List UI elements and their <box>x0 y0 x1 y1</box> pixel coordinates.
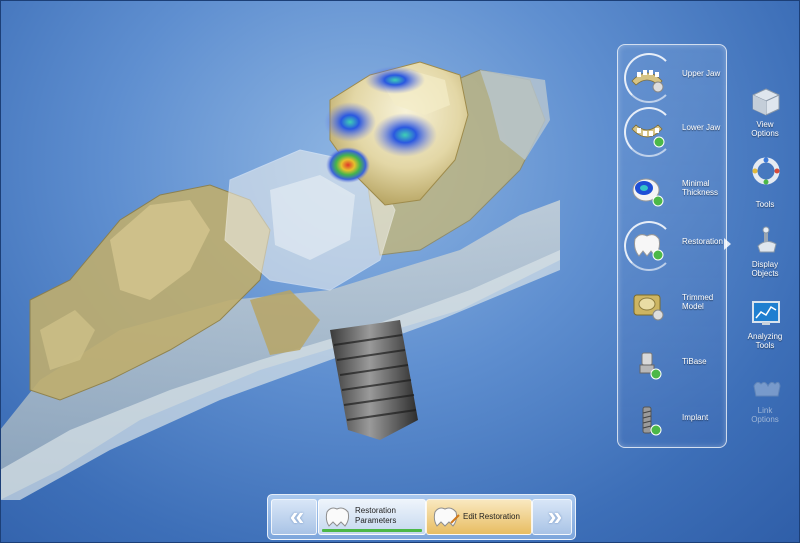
tool-label: Options <box>751 129 779 138</box>
thickness-spot <box>324 102 376 142</box>
step-restoration-parameters[interactable]: Restoration Parameters <box>318 499 426 535</box>
analyzing-tools-button[interactable]: Analyzing Tools <box>736 298 794 358</box>
implant-screw <box>330 320 418 440</box>
lower-jaw-icon <box>631 124 665 148</box>
step-label: Parameters <box>355 516 397 525</box>
step-label: Edit Restoration <box>463 512 520 521</box>
tibase-icon <box>639 352 662 380</box>
tools-button[interactable]: Tools <box>736 156 794 216</box>
object-item-upper-jaw[interactable]: Upper Jaw <box>618 53 726 109</box>
step-label: Restoration <box>355 506 396 515</box>
analyzing-chart-icon <box>752 301 780 325</box>
double-chevron-right-icon: » <box>547 501 563 531</box>
object-list-panel: Upper Jaw Lower Jaw Minimal Thickness Re… <box>617 44 727 448</box>
implant-icon <box>642 406 662 436</box>
tool-label: Objects <box>751 269 779 278</box>
object-label: Trimmed Model <box>682 293 714 311</box>
link-options-button[interactable]: Link Options <box>736 372 794 432</box>
restoration-icon <box>634 234 664 261</box>
tool-label: View <box>756 120 774 129</box>
trimmed-model-icon <box>633 294 664 321</box>
dental-model-scene <box>0 61 560 500</box>
thickness-spot <box>373 113 437 157</box>
tool-label: Link <box>757 406 773 415</box>
thickness-spot <box>365 66 425 94</box>
object-item-restoration[interactable]: Restoration <box>618 221 726 277</box>
display-objects-icon <box>757 226 777 253</box>
thickness-spot-critical <box>326 147 370 183</box>
object-label: Implant <box>682 413 709 422</box>
minimal-thickness-icon <box>632 178 664 207</box>
object-label: Upper Jaw <box>682 69 721 78</box>
object-item-tibase[interactable]: TiBase <box>618 341 726 397</box>
restoration-parameters-icon <box>325 507 350 527</box>
step-edit-restoration[interactable]: Edit Restoration <box>426 499 532 535</box>
object-item-implant[interactable]: Implant <box>618 397 726 453</box>
panel-pointer-icon <box>724 238 731 250</box>
view-options-button[interactable]: View Options <box>736 86 794 146</box>
3d-viewport[interactable] <box>0 0 610 500</box>
next-step-button[interactable]: » <box>532 499 572 535</box>
upper-jaw-icon <box>631 70 664 93</box>
object-label: TiBase <box>682 357 707 366</box>
object-label: Minimal Thickness <box>682 179 719 197</box>
cube-icon <box>752 88 780 116</box>
tools-ring-icon <box>752 157 780 185</box>
double-chevron-left-icon: « <box>289 501 305 531</box>
display-objects-button[interactable]: Display Objects <box>736 226 794 286</box>
previous-step-button[interactable]: « <box>271 499 317 535</box>
edit-restoration-icon <box>433 507 460 527</box>
tool-label: Display <box>751 260 779 269</box>
object-item-lower-jaw[interactable]: Lower Jaw <box>618 107 726 163</box>
object-item-minimal-thickness[interactable]: Minimal Thickness <box>618 167 726 223</box>
workflow-step-bar: « Restoration Parameters Edit Restoration… <box>267 494 576 540</box>
tool-label: Tools <box>755 341 775 350</box>
object-item-trimmed-model[interactable]: Trimmed Model <box>618 281 726 337</box>
tool-label: Analyzing <box>747 332 783 341</box>
tool-label: Options <box>751 415 779 424</box>
object-label: Lower Jaw <box>682 123 721 132</box>
link-teeth-icon <box>753 381 781 397</box>
tool-label: Tools <box>755 200 775 209</box>
object-label: Restoration <box>682 237 723 246</box>
step-progress-bar <box>322 529 422 532</box>
